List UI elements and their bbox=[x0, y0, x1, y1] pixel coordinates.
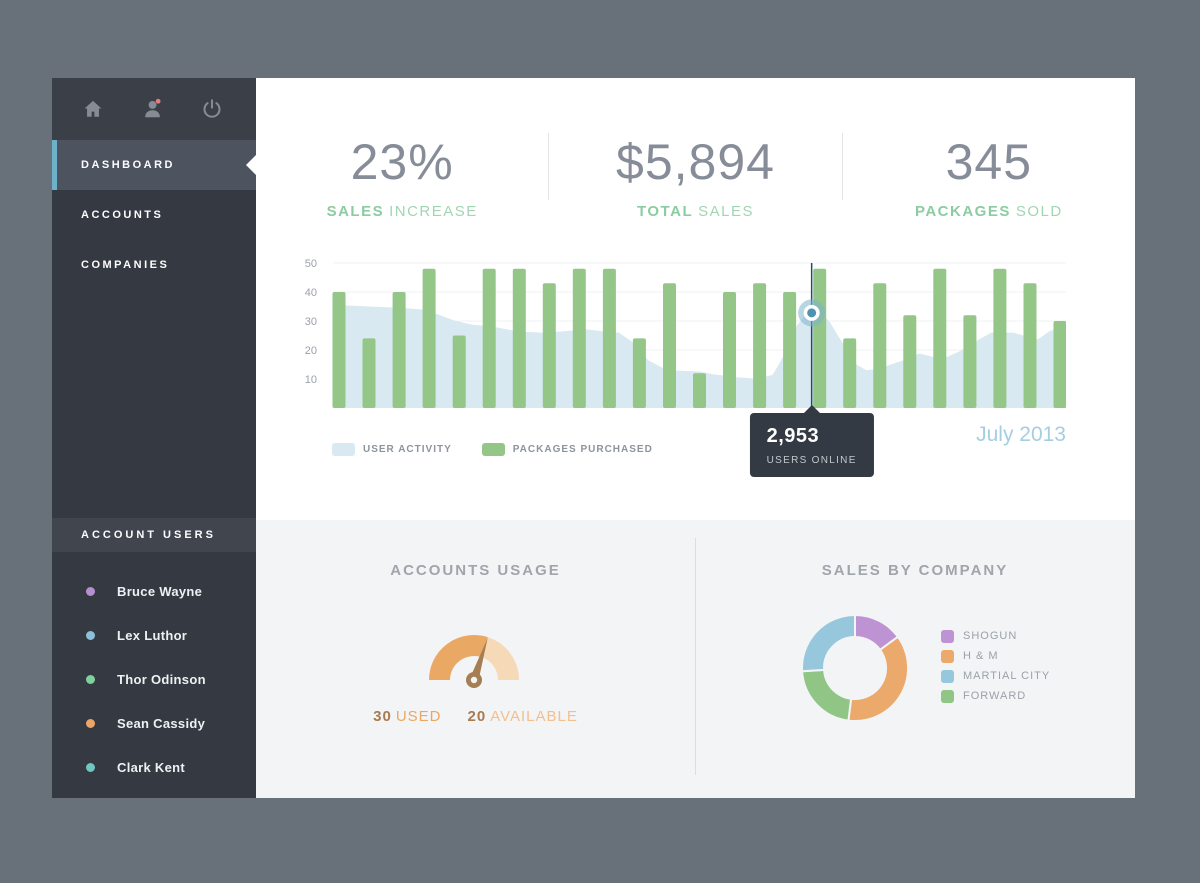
user-color-dot bbox=[86, 719, 95, 728]
stat-value: 345 bbox=[843, 133, 1135, 191]
legend-swatch bbox=[941, 690, 954, 703]
user-color-dot bbox=[86, 587, 95, 596]
sales-donut-chart bbox=[800, 613, 910, 728]
legend-item-shogun: SHOGUN bbox=[941, 626, 1050, 646]
legend-item-martial-city: MARTIAL CITY bbox=[941, 666, 1050, 686]
power-icon[interactable] bbox=[201, 98, 223, 120]
tooltip-sublabel: USERS ONLINE bbox=[767, 455, 857, 466]
legend-item-h-and-m: H & M bbox=[941, 646, 1050, 666]
sidebar-item-dashboard[interactable]: DASHBOARD bbox=[52, 140, 256, 190]
stat-label-rest: SOLD bbox=[1016, 203, 1063, 220]
used-count: 30 bbox=[373, 708, 392, 725]
accounts-usage-gauge bbox=[374, 588, 574, 697]
chart-period-label: July 2013 bbox=[976, 423, 1066, 447]
sidebar-item-accounts[interactable]: ACCOUNTS bbox=[52, 190, 256, 240]
list-item-user[interactable]: Thor Odinson bbox=[52, 657, 256, 701]
stat-label-bold: PACKAGES bbox=[915, 203, 1011, 220]
legend-swatch bbox=[941, 670, 954, 683]
legend-swatch bbox=[332, 443, 355, 456]
sales-by-company-section: SALES BY COMPANY SHOGUN H & M MARTIAL CI… bbox=[695, 520, 1135, 798]
stats-row: 23% SALESINCREASE $5,894 TOTALSALES 345 … bbox=[256, 108, 1135, 220]
list-item-user[interactable]: Clark Kent bbox=[52, 745, 256, 789]
stat-label-bold: SALES bbox=[327, 203, 385, 220]
legend-label: USER ACTIVITY bbox=[363, 444, 452, 455]
svg-text:50: 50 bbox=[305, 258, 317, 270]
stat-label-rest: SALES bbox=[698, 203, 754, 220]
sidebar-item-label: DASHBOARD bbox=[81, 159, 175, 171]
usage-summary: 30USED 20AVAILABLE bbox=[256, 708, 695, 725]
svg-text:20: 20 bbox=[305, 345, 317, 357]
svg-text:40: 40 bbox=[305, 287, 317, 299]
stat-packages-sold: 345 PACKAGES SOLD bbox=[843, 108, 1135, 220]
sidebar-icon-bar bbox=[52, 78, 256, 140]
legend-swatch bbox=[941, 650, 954, 663]
sidebar: DASHBOARD ACCOUNTS COMPANIES ACCOUNT USE… bbox=[52, 78, 256, 798]
used-label: USED bbox=[396, 708, 442, 725]
sidebar-item-label: ACCOUNTS bbox=[81, 209, 163, 221]
stat-label-bold: TOTAL bbox=[637, 203, 693, 220]
legend-label: H & M bbox=[963, 650, 999, 662]
legend-swatch bbox=[482, 443, 505, 456]
stat-label: PACKAGES SOLD bbox=[843, 203, 1135, 220]
stat-label: TOTAL SALES bbox=[549, 203, 841, 220]
donut-legend: SHOGUN H & M MARTIAL CITY FORWARD bbox=[941, 626, 1050, 706]
section-title: ACCOUNTS USAGE bbox=[256, 562, 695, 579]
legend-label: PACKAGES PURCHASED bbox=[513, 444, 653, 455]
legend-label: MARTIAL CITY bbox=[963, 670, 1050, 682]
svg-text:10: 10 bbox=[305, 374, 317, 386]
list-item-user[interactable]: Bruce Wayne bbox=[52, 569, 256, 613]
chart-tooltip: 2,953 USERS ONLINE bbox=[750, 413, 874, 477]
app-window: DASHBOARD ACCOUNTS COMPANIES ACCOUNT USE… bbox=[52, 78, 1135, 798]
user-name: Clark Kent bbox=[117, 760, 185, 775]
home-icon[interactable] bbox=[82, 98, 104, 120]
activity-bar-chart[interactable]: 10 20 30 40 50 bbox=[293, 255, 1066, 413]
legend-item-forward: FORWARD bbox=[941, 686, 1050, 706]
svg-text:30: 30 bbox=[305, 316, 317, 328]
legend-label: FORWARD bbox=[963, 690, 1026, 702]
stat-label-rest: INCREASE bbox=[389, 203, 478, 220]
user-name: Sean Cassidy bbox=[117, 716, 205, 731]
user-name: Thor Odinson bbox=[117, 672, 206, 687]
user-name: Bruce Wayne bbox=[117, 584, 202, 599]
sidebar-item-companies[interactable]: COMPANIES bbox=[52, 240, 256, 290]
list-item-user[interactable]: Lex Luthor bbox=[52, 613, 256, 657]
active-item-notch bbox=[246, 155, 256, 175]
available-count: 20 bbox=[468, 708, 487, 725]
section-title: SALES BY COMPANY bbox=[695, 562, 1135, 579]
user-color-dot bbox=[86, 631, 95, 640]
user-color-dot bbox=[86, 675, 95, 684]
sidebar-item-label: COMPANIES bbox=[81, 259, 169, 271]
legend-item-packages-purchased: PACKAGES PURCHASED bbox=[482, 443, 653, 456]
user-name: Lex Luthor bbox=[117, 628, 187, 643]
account-users-list: Bruce Wayne Lex Luthor Thor Odinson Sean… bbox=[52, 569, 256, 789]
stat-label: SALESINCREASE bbox=[256, 203, 548, 220]
stat-value: $5,894 bbox=[549, 133, 841, 191]
stat-value: 23% bbox=[256, 133, 548, 191]
tooltip-value: 2,953 bbox=[767, 425, 857, 448]
stat-total-sales: $5,894 TOTAL SALES bbox=[549, 108, 841, 220]
available-label: AVAILABLE bbox=[490, 708, 578, 725]
account-users-title: ACCOUNT USERS bbox=[81, 529, 216, 541]
user-color-dot bbox=[86, 763, 95, 772]
account-users-header: ACCOUNT USERS bbox=[52, 518, 256, 552]
user-icon[interactable] bbox=[142, 98, 164, 120]
chart-legend: USER ACTIVITY PACKAGES PURCHASED bbox=[332, 443, 653, 456]
stat-sales-increase: 23% SALESINCREASE bbox=[256, 108, 548, 220]
legend-label: SHOGUN bbox=[963, 630, 1017, 642]
list-item-user[interactable]: Sean Cassidy bbox=[52, 701, 256, 745]
legend-swatch bbox=[941, 630, 954, 643]
accounts-usage-section: ACCOUNTS USAGE 30USED 20AVAILABLE bbox=[256, 520, 695, 798]
legend-item-user-activity: USER ACTIVITY bbox=[332, 443, 452, 456]
bottom-panel: ACCOUNTS USAGE 30USED 20AVAILABLE SALES B… bbox=[256, 520, 1135, 798]
